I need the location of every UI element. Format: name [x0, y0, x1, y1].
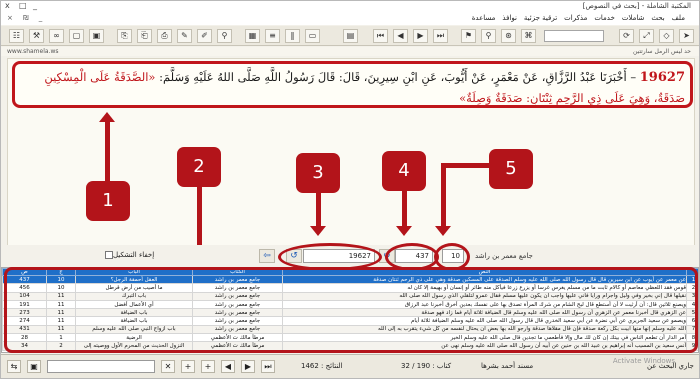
menu-search[interactable]: بحث — [651, 14, 664, 22]
toolbar-book-icon[interactable]: ☷ — [9, 29, 24, 43]
mdi-controls[interactable]: _ ₪ × — [7, 14, 46, 22]
callout-1-badge: 1 — [86, 181, 130, 221]
hide-diacritics-label: إخفاء التشكيل — [113, 251, 155, 259]
clear-icon[interactable]: ✕ — [161, 360, 175, 373]
hadith-text: 19627 – أَخْبَرَنَا عَبْدُ الرَّزَّاقِ، … — [12, 61, 693, 108]
first-icon[interactable]: ⏮ — [373, 29, 388, 43]
toolbar-grid-icon[interactable]: ▦ — [245, 29, 260, 43]
toolbar-copy-icon[interactable]: ⎘ — [117, 29, 132, 43]
checkbox-box[interactable] — [105, 251, 113, 259]
toolbar-find-icon[interactable]: ⚲ — [481, 29, 496, 43]
toolbar-window-icon[interactable]: ▭ — [305, 29, 320, 43]
results-filter-input[interactable] — [47, 360, 155, 373]
search-status: جاري البحث عن — [647, 362, 694, 370]
toolbar-save-icon[interactable]: ▣ — [89, 29, 104, 43]
disk-icon[interactable]: ▣ — [27, 360, 41, 373]
toolbar-shape-icon[interactable]: ◇ — [659, 29, 674, 43]
prev-result-icon[interactable]: ◀ — [221, 360, 235, 373]
callout-3-arrow — [310, 193, 326, 236]
application-window: x□_ المكتبة الشاملة - [بحث في النصوص] مل… — [0, 0, 700, 379]
menu-bar: ملف بحث شاملات خدمات مذكرات ترقية جزئية … — [1, 13, 699, 25]
prev-icon[interactable]: ◀ — [393, 29, 408, 43]
site-link[interactable]: www.shamela.ws — [7, 48, 59, 55]
info-strip-label: حد ليس الرمل سارتتين — [632, 48, 691, 55]
back-arrow-icon[interactable]: ⇦ — [259, 249, 275, 263]
window-title: المكتبة الشاملة - [بحث في النصوص] — [582, 2, 691, 10]
book-count: كتاب : 190 / 32 — [401, 362, 452, 370]
callout-5-badge: 5 — [489, 149, 533, 189]
callout-4-badge: 4 — [382, 151, 426, 191]
toolbar-arrow-icon[interactable]: ➤ — [679, 29, 694, 43]
menu-file[interactable]: ملف — [672, 14, 685, 22]
toolbar-flag-icon[interactable]: ⚑ — [461, 29, 476, 43]
toolbar-search-input[interactable] — [544, 30, 604, 42]
add-icon[interactable]: + — [181, 360, 195, 373]
callout-4-arrow — [396, 191, 412, 236]
callout-1-arrow — [99, 112, 115, 181]
maximize-icon[interactable]: □ — [19, 1, 33, 10]
hide-diacritics-checkbox[interactable]: إخفاء التشكيل — [102, 251, 154, 259]
toolbar-columns-icon[interactable]: ‖ — [285, 29, 300, 43]
menu-help[interactable]: مساعدة — [472, 14, 496, 22]
toolbar-list-icon[interactable]: ≡ — [265, 29, 280, 43]
toolbar-filter-icon[interactable]: ⚲ — [217, 29, 232, 43]
close-icon[interactable]: x — [5, 1, 19, 10]
last-icon[interactable]: ⏭ — [433, 29, 448, 43]
toolbar-page-icon[interactable]: ▢ — [69, 29, 84, 43]
menu-notes[interactable]: مذكرات — [564, 14, 587, 22]
hadith-isnad: – أَخْبَرَنَا عَبْدُ الرَّزَّاقِ، عَنْ م… — [155, 70, 637, 84]
info-strip: www.shamela.ws حد ليس الرمل سارتتين — [1, 47, 699, 56]
toolbar-link-icon[interactable]: ∞ — [49, 29, 64, 43]
toolbar: ☷ ⚒ ∞ ▢ ▣ ⎘ ⎗ ⎙ ✎ ✐ ⚲ ▦ ≡ ‖ ▭ ▤ ⏮ ◀ ▶ ⏭ … — [1, 26, 699, 46]
callout-2-badge: 2 — [177, 147, 221, 187]
search-scope: مسند أحمد بشرها — [481, 362, 534, 370]
book-name-label: جامع معمر بن راشد — [475, 252, 533, 260]
callout-5-connector — [441, 163, 489, 168]
menu-shamelat[interactable]: شاملات — [622, 14, 645, 22]
toolbar-bookmark-icon[interactable]: ⌘ — [521, 29, 536, 43]
table-highlight — [4, 267, 698, 353]
results-count: النتائج : 1462 — [301, 362, 343, 370]
toolbar-tools-icon[interactable]: ⚒ — [29, 29, 44, 43]
last-result-icon[interactable]: ⏭ — [261, 360, 275, 373]
toolbar-refresh-icon[interactable]: ⟳ — [619, 29, 634, 43]
menu-windows[interactable]: نوافذ — [502, 14, 517, 22]
toolbar-pen-icon[interactable]: ✐ — [197, 29, 212, 43]
plus-icon[interactable]: + — [201, 360, 215, 373]
toolbar-screen-icon[interactable]: ▤ — [343, 29, 358, 43]
callout-3-badge: 3 — [296, 153, 340, 193]
toolbar-expand-icon[interactable]: ⤢ — [639, 29, 654, 43]
toolbar-print-icon[interactable]: ⎙ — [157, 29, 172, 43]
save-results-icon[interactable]: ⇆ — [7, 360, 21, 373]
next-result-icon[interactable]: ▶ — [241, 360, 255, 373]
next-icon[interactable]: ▶ — [413, 29, 428, 43]
toolbar-note-icon[interactable]: ✎ — [177, 29, 192, 43]
callout-5-arrow — [435, 165, 451, 236]
status-bar: ⇆ ▣ ✕ + + ◀ ▶ ⏭ النتائج : 1462 كتاب : 19… — [1, 354, 699, 378]
minimize-icon[interactable]: _ — [33, 1, 47, 10]
title-bar: x□_ المكتبة الشاملة - [بحث في النصوص] — [1, 1, 699, 13]
menu-services[interactable]: خدمات — [594, 14, 614, 22]
toolbar-binoculars-icon[interactable]: ⊛ — [501, 29, 516, 43]
toolbar-paste-icon[interactable]: ⎗ — [137, 29, 152, 43]
hadith-number: 19627 — [639, 70, 685, 85]
menu-update[interactable]: ترقية جزئية — [524, 14, 557, 22]
window-controls: x□_ — [5, 1, 47, 10]
